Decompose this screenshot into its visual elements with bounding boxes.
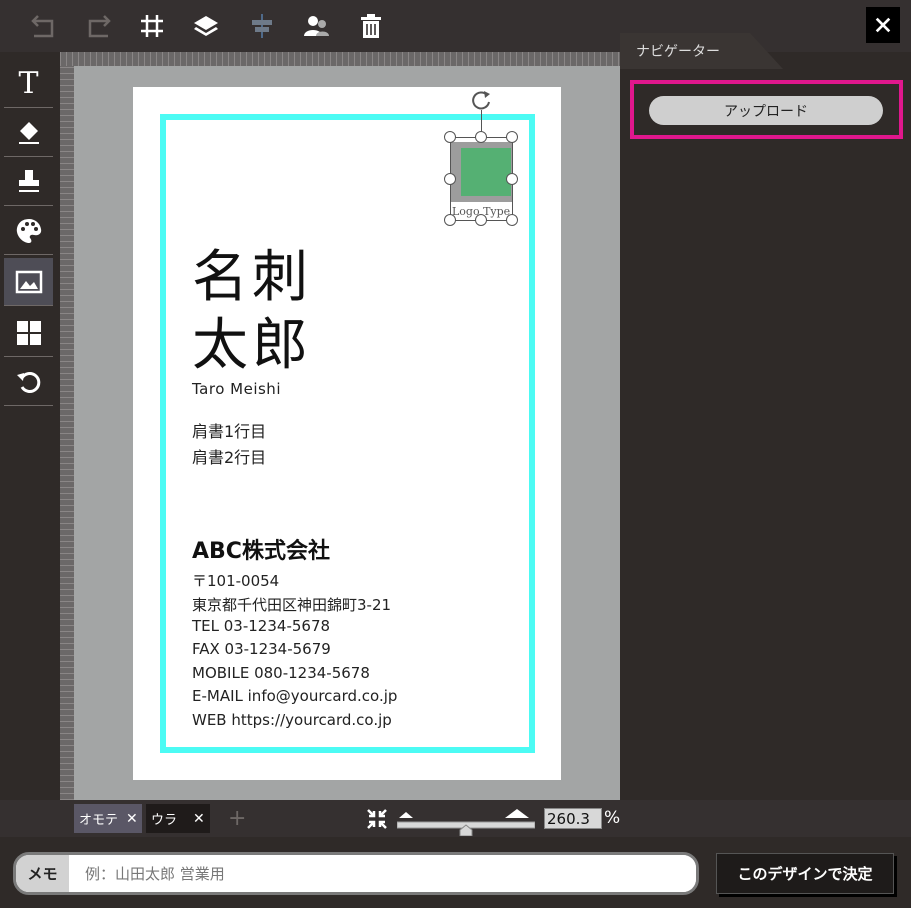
navigator-panel (620, 69, 911, 800)
eraser-icon (18, 121, 39, 144)
page-tab-front-label: オモテ (79, 813, 119, 828)
upload-button[interactable]: アップロード (649, 96, 883, 125)
undo-icon[interactable] (28, 10, 60, 42)
zoom-value-input[interactable] (544, 808, 602, 829)
name-line2[interactable]: 太郎 (192, 318, 312, 374)
resize-handle-right[interactable] (506, 173, 518, 185)
memo-field: メモ (13, 852, 699, 895)
navigator-tab-label: ナビゲーター (636, 44, 720, 60)
image-icon (15, 270, 42, 293)
resize-handle-bottom-right[interactable] (506, 214, 518, 226)
mobile[interactable]: MOBILE 080-1234-5678 (192, 664, 370, 682)
zoom-out-mountain-icon (399, 812, 413, 818)
stamp-icon (18, 169, 39, 192)
resize-handle-bottom-left[interactable] (444, 214, 456, 226)
trash-icon[interactable] (355, 10, 387, 42)
close-back-tab-icon[interactable]: ✕ (193, 811, 205, 827)
add-page-button[interactable]: + (228, 806, 246, 831)
stamp-tool-button[interactable] (4, 158, 53, 206)
zoom-in-mountain-icon (505, 809, 529, 818)
text-tool-button[interactable]: T (4, 60, 53, 108)
resize-handle-left[interactable] (444, 173, 456, 185)
left-toolbar: T (0, 52, 60, 800)
company-name[interactable]: ABC株式会社 (192, 533, 330, 565)
zoom-percent-label: % (604, 808, 621, 828)
name-line1[interactable]: 名刺 (192, 250, 312, 306)
resize-handle-top[interactable] (475, 131, 487, 143)
memo-label: メモ (16, 855, 69, 892)
resize-handle-top-right[interactable] (506, 131, 518, 143)
name-romaji[interactable]: Taro Meishi (192, 380, 281, 398)
layout-tool-button[interactable] (4, 309, 53, 357)
reset-icon (16, 371, 40, 393)
text-icon: T (18, 65, 39, 101)
title-line2[interactable]: 肩書2行目 (192, 444, 266, 468)
page-tab-back[interactable]: ウラ ✕ (146, 804, 210, 833)
postal-code[interactable]: 〒101-0054 (192, 570, 279, 591)
layout-grid-icon (16, 320, 41, 345)
eraser-tool-button[interactable] (4, 109, 53, 157)
close-button[interactable] (866, 7, 900, 43)
address[interactable]: 東京都千代田区神田錦町3-21 (192, 594, 391, 615)
grid-icon[interactable] (136, 10, 168, 42)
top-toolbar (0, 0, 911, 52)
palette-icon (16, 218, 41, 243)
logo-selection-frame[interactable] (450, 137, 513, 221)
resize-handle-bottom[interactable] (475, 214, 487, 226)
reset-tool-button[interactable] (4, 358, 53, 406)
layers-icon[interactable] (190, 10, 222, 42)
page-tab-front[interactable]: オモテ ✕ (74, 804, 142, 833)
rotate-handle-icon[interactable] (470, 88, 494, 112)
redo-icon[interactable] (82, 10, 114, 42)
vertical-ruler (60, 66, 74, 800)
zoom-slider[interactable] (397, 808, 535, 836)
user-icon[interactable] (300, 10, 332, 42)
email[interactable]: E-MAIL info@yourcard.co.jp (192, 687, 397, 705)
web[interactable]: WEB https://yourcard.co.jp (192, 711, 392, 729)
image-tool-button[interactable] (4, 258, 53, 306)
align-icon[interactable] (246, 10, 278, 42)
memo-input[interactable] (69, 855, 696, 892)
palette-tool-button[interactable] (4, 207, 53, 255)
horizontal-ruler (60, 52, 620, 66)
tel[interactable]: TEL 03-1234-5678 (192, 617, 330, 635)
resize-handle-top-left[interactable] (444, 131, 456, 143)
fit-screen-icon[interactable] (366, 808, 388, 830)
editor-app: T 名刺 太郎 Taro Meishi 肩書1行目 肩書2行目 ABC株式会社 … (0, 0, 911, 908)
decide-design-button[interactable]: このデザインで決定 (716, 853, 894, 894)
page-tab-back-label: ウラ (151, 813, 178, 828)
title-line1[interactable]: 肩書1行目 (192, 418, 266, 442)
fax[interactable]: FAX 03-1234-5679 (192, 640, 331, 658)
close-front-tab-icon[interactable]: ✕ (126, 811, 138, 827)
